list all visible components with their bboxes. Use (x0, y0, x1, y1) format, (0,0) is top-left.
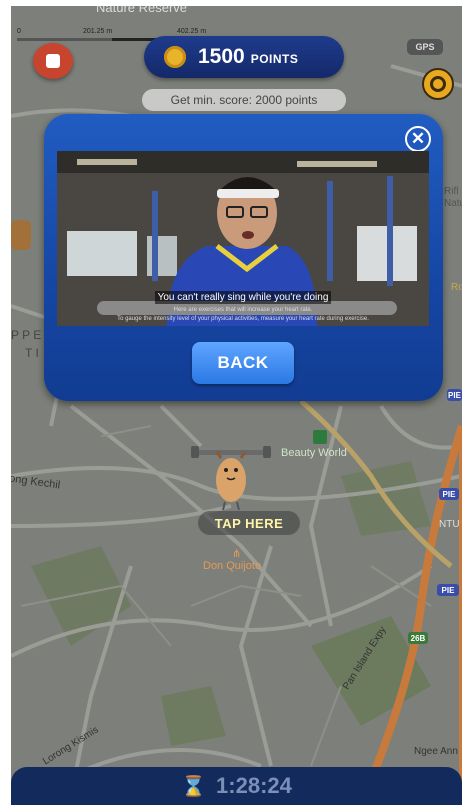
tap-here-label[interactable]: TAP HERE (198, 511, 300, 535)
map-label-beauty-world: Beauty World (281, 447, 347, 459)
map-badge-pie-2: PIE (439, 488, 459, 500)
map-badge-pie-3: PIE (437, 584, 459, 596)
game-screen: Nature Reserve Rifl Natu Ro P P E T I Be… (11, 6, 462, 805)
map-label-ngee-ann: Ngee Ann (414, 746, 458, 757)
map-marker-icon (313, 430, 327, 444)
video-player[interactable]: You can't really sing while you're doing… (57, 151, 429, 326)
scale-left: 0 (17, 28, 21, 35)
map-label-ntu: NTU (439, 519, 460, 530)
character-sprite[interactable] (191, 444, 271, 512)
close-button[interactable]: ✕ (405, 126, 431, 152)
map-label-ro: Ro (451, 282, 462, 293)
back-button[interactable]: BACK (192, 342, 294, 384)
map-label-rifle-1: Rifl (444, 186, 459, 197)
map-badge-26b: 26B (408, 632, 428, 644)
map-label-rifle-2: Natu (444, 198, 462, 209)
stop-icon (46, 54, 60, 68)
map-label-nature-top: Nature Reserve (96, 6, 188, 15)
points-unit: POINTS (250, 52, 299, 66)
hourglass-icon: ⌛ (181, 775, 207, 798)
video-subtitle: You can't really sing while you're doing (57, 291, 429, 304)
caption-line-1: Here are exercises that will increase yo… (173, 307, 313, 313)
timer-value: 1:28:24 (216, 773, 292, 798)
map-label-ti: T I (25, 346, 39, 360)
scale-bar-segment (17, 38, 112, 41)
map-badge-pie-1: PIE (447, 389, 462, 401)
locate-button[interactable] (422, 68, 454, 100)
scale-right: 402.25 m (177, 28, 207, 35)
poi-marker-icon (11, 220, 31, 250)
stop-button[interactable] (33, 43, 73, 79)
map-label-ppe: P P E (11, 328, 42, 342)
points-display: 1500 POINTS (144, 36, 344, 78)
caption-line-2: To gauge the intensity level of your phy… (117, 316, 369, 322)
timer-bar: ⌛ 1:28:24 (11, 767, 462, 805)
min-score-label: Get min. score: 2000 points (142, 89, 346, 111)
shop-marker-icon: ⋔ (232, 548, 242, 560)
map-label-don-quijote: Don Quijote (203, 560, 262, 572)
close-icon: ✕ (410, 129, 426, 148)
points-value: 1500 (198, 45, 245, 68)
coin-icon (164, 46, 186, 68)
scale-mid: 201.25 m (83, 28, 113, 35)
gps-indicator: GPS (407, 39, 443, 55)
